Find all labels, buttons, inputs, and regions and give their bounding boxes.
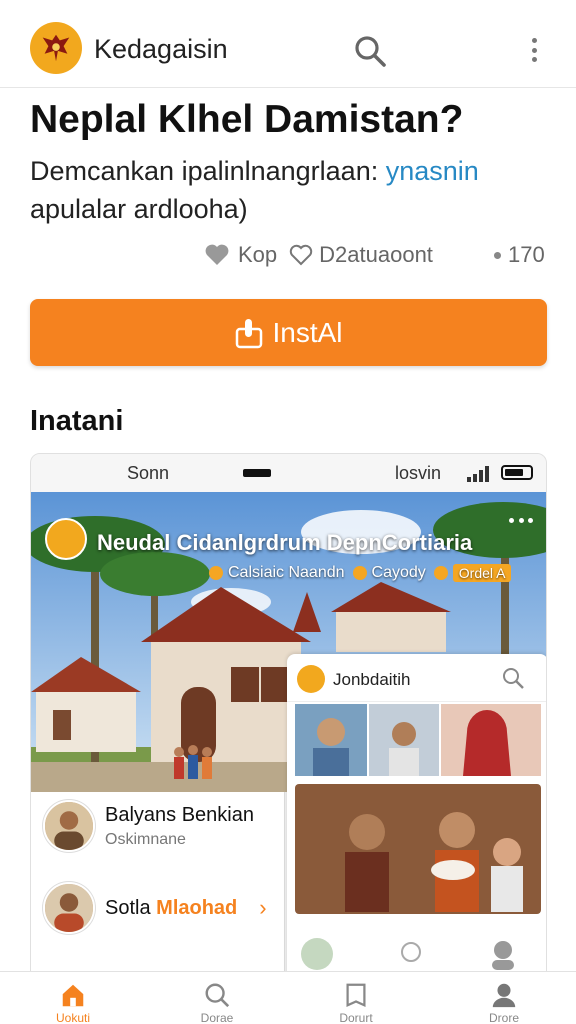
search-icon <box>205 983 230 1008</box>
hero-tag-1: Calsiaic Naandn <box>228 564 345 581</box>
rating: 170 <box>494 240 545 270</box>
garuda-emblem-icon[interactable] <box>30 22 82 74</box>
home-icon <box>62 984 84 1007</box>
heart-icon[interactable] <box>204 243 230 267</box>
profile-icon <box>492 983 516 1008</box>
card-header: Jonbdaitih <box>287 654 546 702</box>
nav-profile[interactable]: Drore <box>454 972 554 1024</box>
more-horizontal-icon[interactable] <box>509 518 533 524</box>
person-row[interactable]: Sotla Mlaohad › <box>43 882 283 934</box>
hero-emblem-icon <box>45 518 87 560</box>
hero-tags: Calsiaic Naandn Cayody Ordel A <box>201 564 512 582</box>
person-subtitle: Oskimnane <box>105 830 186 848</box>
person-name-a: Sotla <box>105 896 157 919</box>
tag-dot-icon <box>433 566 448 580</box>
install-label: InstAl <box>272 316 343 348</box>
person-row[interactable]: Balyans Benkian Oskimnane <box>43 800 254 852</box>
subtitle-line-2: apulalar ardlooha) <box>30 194 248 224</box>
hero-tag-3: Ordel A <box>452 564 512 582</box>
top-app-bar: Kedagaisin <box>0 0 576 88</box>
more-vertical-icon[interactable] <box>522 34 546 66</box>
bottom-navigation: Uokuti Dorae Dorurt Drore <box>0 971 576 1024</box>
install-button[interactable]: InstAl <box>30 299 547 366</box>
person-name: Sotla Mlaohad <box>105 897 237 920</box>
card-title: Jonbdaitih <box>333 670 411 689</box>
search-icon[interactable] <box>352 33 388 69</box>
avatar <box>43 800 95 852</box>
chevron-right-icon[interactable]: › <box>259 895 266 921</box>
status-left-text: Sonn <box>127 463 170 483</box>
page-title: Neplal Klhel Damistan? <box>30 98 464 141</box>
community-card[interactable]: Jonbdaitih <box>287 654 546 1023</box>
camera-notch-icon <box>243 469 271 477</box>
nav-home[interactable]: Uokuti <box>23 972 123 1024</box>
subtitle-link[interactable]: ynasnin <box>386 156 479 186</box>
hero-tag-2: Cayody <box>371 564 426 581</box>
nav-library[interactable]: Dorurt <box>306 972 406 1024</box>
screenshot-preview[interactable]: Sonn losvin Neudal Cidanlgrdrum DepnCort… <box>30 453 547 1024</box>
tag-dot-icon <box>209 566 223 580</box>
card-emblem-icon <box>297 665 325 693</box>
person-name-b: Mlaohad <box>156 896 238 919</box>
avatar <box>43 882 95 934</box>
person-name: Balyans Benkian <box>105 803 254 826</box>
dot-icon <box>494 251 501 259</box>
meta-label-1: Kop <box>238 242 278 267</box>
library-icon <box>346 983 366 1007</box>
nav-label: Dorurt <box>339 1011 373 1024</box>
nav-label: Dorae <box>200 1011 234 1024</box>
section-title: Inatani <box>30 405 124 437</box>
search-icon[interactable] <box>501 666 525 690</box>
meta-label-2: D2atuaoont <box>319 242 433 267</box>
nav-label: Uokuti <box>55 1011 90 1024</box>
status-right-text: losvin <box>395 463 442 483</box>
app-subtitle: Demcankan ipalinlnangrlaan: ynasnin apul… <box>30 152 550 228</box>
battery-icon <box>501 465 533 480</box>
nav-search[interactable]: Dorae <box>167 972 267 1024</box>
rating-value: 170 <box>508 242 545 267</box>
heart-outline-icon[interactable] <box>289 244 313 266</box>
meta-row: Kop D2atuaoont <box>204 240 433 270</box>
nav-label: Drore <box>488 1011 519 1024</box>
subtitle-text: Demcankan ipalinlnangrlaan: <box>30 156 386 186</box>
phone-status-bar: Sonn losvin <box>31 454 546 492</box>
hero-title: Neudal Cidanlgrdrum DepnCortiaria <box>97 530 473 555</box>
tag-dot-icon <box>352 566 367 580</box>
app-title: Kedagaisin <box>94 34 228 64</box>
signal-icon <box>467 466 489 482</box>
hand-tap-icon <box>236 318 263 348</box>
